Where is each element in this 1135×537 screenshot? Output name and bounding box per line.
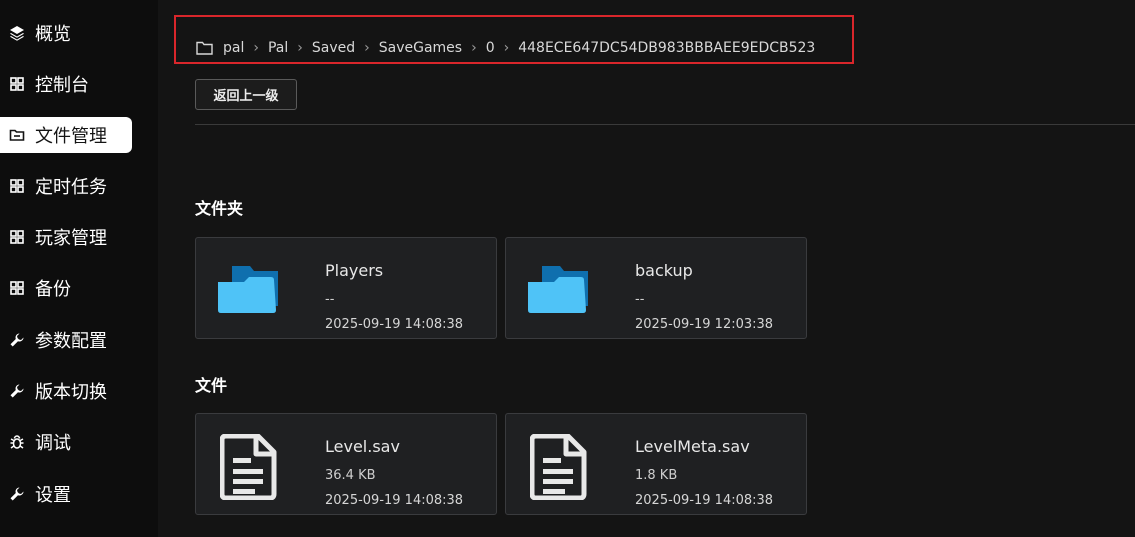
main-content: pal › Pal › Saved › SaveGames › 0 › 448E… (158, 0, 1135, 537)
sidebar: 概览 控制台 文件管理 定时任务 玩家管理 备份 参数配置 版本切换 调试 设置 (0, 0, 158, 537)
bug-icon (9, 434, 25, 450)
folder-card[interactable]: Players -- 2025-09-19 14:08:38 (195, 237, 497, 339)
sidebar-item-overview[interactable]: 概览 (0, 15, 132, 51)
wrench-icon (9, 486, 25, 502)
grid-icon (9, 280, 25, 296)
sidebar-item-label: 版本切换 (35, 382, 107, 403)
chevron-right-icon: › (364, 39, 370, 56)
sidebar-item-label: 备份 (35, 279, 71, 300)
sidebar-item-backup[interactable]: 备份 (0, 270, 132, 306)
grid-icon (9, 178, 25, 194)
folder-date: 2025-09-19 14:08:38 (325, 317, 464, 332)
file-size: 1.8 KB (635, 468, 678, 483)
chevron-right-icon: › (471, 39, 477, 56)
folder-date: 2025-09-19 12:03:38 (635, 317, 774, 332)
files-section-title: 文件 (195, 376, 228, 395)
chevron-right-icon: › (297, 39, 303, 56)
sidebar-item-label: 文件管理 (35, 126, 107, 147)
file-size: 36.4 KB (325, 468, 376, 483)
grid-icon (9, 76, 25, 92)
breadcrumb-item-0[interactable]: 0 (486, 40, 495, 56)
chevron-right-icon: › (503, 39, 510, 56)
file-date: 2025-09-19 14:08:38 (635, 493, 774, 508)
breadcrumb-item-savegames[interactable]: SaveGames (379, 40, 462, 56)
sidebar-item-scheduled-tasks[interactable]: 定时任务 (0, 168, 132, 204)
grid-icon (9, 229, 25, 245)
chevron-right-icon: › (253, 39, 259, 56)
file-name: LevelMeta.sav (635, 437, 750, 456)
folder-card[interactable]: backup -- 2025-09-19 12:03:38 (505, 237, 807, 339)
breadcrumb-item-pal[interactable]: pal (223, 40, 244, 56)
breadcrumb-item-current[interactable]: 448ECE647DC54DB983BBBAEE9EDCB523 (518, 40, 815, 56)
sidebar-item-label: 概览 (35, 24, 71, 45)
file-card[interactable]: Level.sav 36.4 KB 2025-09-19 14:08:38 (195, 413, 497, 515)
sidebar-item-console[interactable]: 控制台 (0, 66, 132, 102)
document-icon (530, 434, 587, 500)
sidebar-item-settings[interactable]: 设置 (0, 476, 132, 512)
sidebar-item-version-switch[interactable]: 版本切换 (0, 373, 132, 409)
folder-outline-icon (196, 41, 213, 55)
sidebar-item-label: 定时任务 (35, 177, 107, 198)
breadcrumb-item-saved[interactable]: Saved (312, 40, 355, 56)
wrench-icon (9, 383, 25, 399)
folder-icon (218, 266, 278, 313)
sidebar-item-debug[interactable]: 调试 (0, 424, 132, 460)
divider (195, 124, 1135, 125)
sidebar-item-label: 控制台 (35, 75, 89, 96)
sidebar-item-label: 调试 (35, 433, 71, 454)
sidebar-item-label: 参数配置 (35, 331, 107, 352)
sidebar-item-label: 设置 (35, 485, 71, 506)
document-icon (220, 434, 277, 500)
folder-name: backup (635, 261, 693, 280)
sidebar-item-players[interactable]: 玩家管理 (0, 219, 132, 255)
back-button[interactable]: 返回上一级 (195, 79, 297, 110)
folder-icon (9, 127, 25, 143)
sidebar-item-file-manager[interactable]: 文件管理 (0, 117, 132, 153)
file-name: Level.sav (325, 437, 400, 456)
folders-section-title: 文件夹 (195, 199, 244, 218)
folder-icon (528, 266, 588, 313)
folder-name: Players (325, 261, 384, 280)
wrench-icon (9, 332, 25, 348)
layers-icon (9, 25, 25, 41)
folder-size: -- (325, 292, 335, 307)
sidebar-item-config[interactable]: 参数配置 (0, 322, 132, 358)
breadcrumb-item-pal-sub[interactable]: Pal (268, 40, 288, 56)
folder-size: -- (635, 292, 645, 307)
file-date: 2025-09-19 14:08:38 (325, 493, 464, 508)
sidebar-item-label: 玩家管理 (35, 228, 107, 249)
file-card[interactable]: LevelMeta.sav 1.8 KB 2025-09-19 14:08:38 (505, 413, 807, 515)
breadcrumb: pal › Pal › Saved › SaveGames › 0 › 448E… (174, 15, 854, 64)
